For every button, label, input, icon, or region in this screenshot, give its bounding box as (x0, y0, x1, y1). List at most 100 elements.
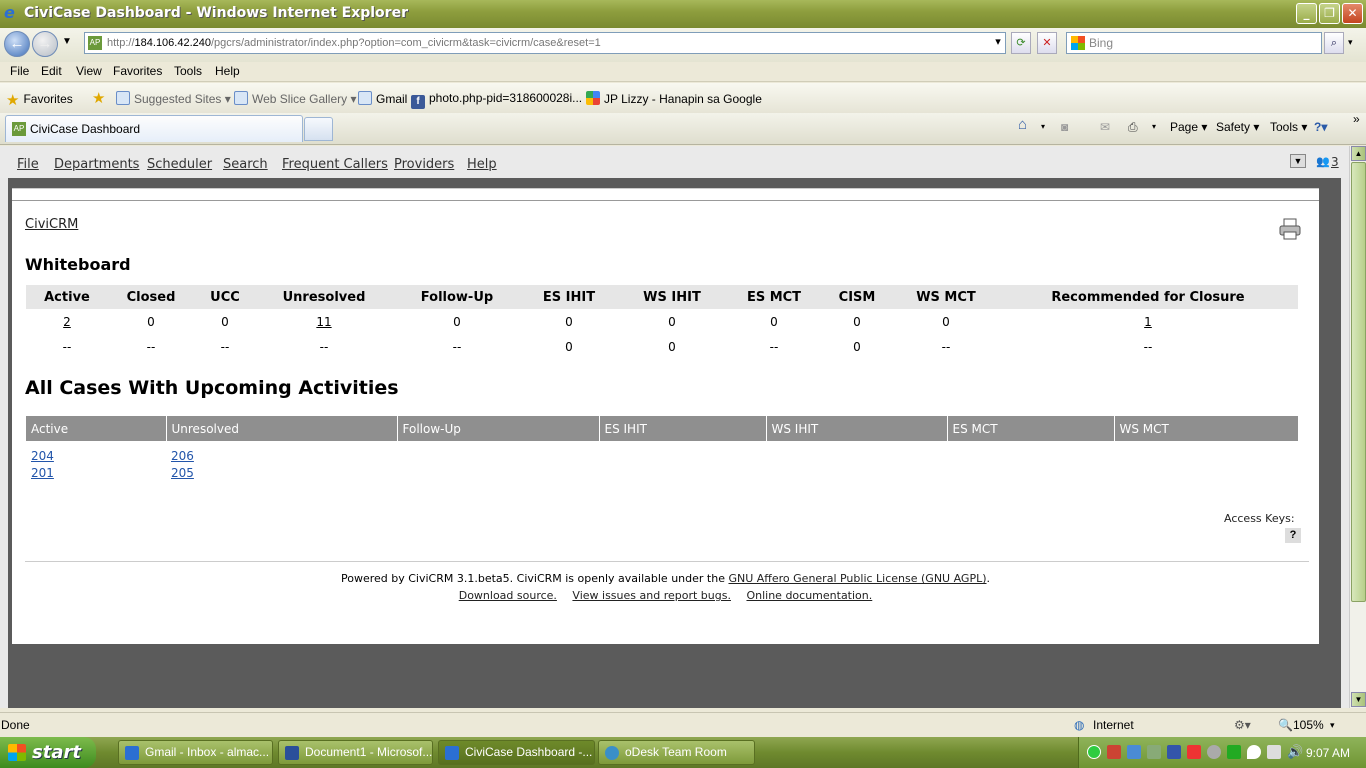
case-id-link[interactable]: 204 (31, 449, 54, 463)
tray-app-icon[interactable] (1207, 745, 1221, 759)
task-civicase-dashboard[interactable]: CiviCase Dashboard -... (438, 740, 595, 765)
appnav-frequent-callers[interactable]: Frequent Callers (282, 157, 388, 172)
download-source-link[interactable]: Download source. (459, 589, 557, 602)
upcoming-header[interactable]: WS IHIT (766, 416, 948, 441)
zoom-icon: 🔍 (1278, 718, 1293, 732)
stop-icon[interactable]: ✕ (1037, 32, 1057, 54)
recent-pages-dropdown-icon[interactable]: ▼ (62, 36, 72, 47)
appnav-file[interactable]: File (17, 157, 39, 172)
online-documentation-link[interactable]: Online documentation. (746, 589, 872, 602)
task-document1[interactable]: Document1 - Microsof... (278, 740, 433, 765)
search-go-icon[interactable]: ⌕ (1324, 32, 1344, 54)
refresh-icon[interactable]: ⟳ (1011, 32, 1031, 54)
back-button[interactable]: ← (4, 31, 30, 57)
print-dropdown-icon[interactable]: ▾ (1152, 122, 1156, 131)
upcoming-header[interactable]: ES MCT (947, 416, 1115, 441)
tray-app-icon[interactable] (1267, 745, 1281, 759)
fav-jp-lizzy[interactable]: JP Lizzy - Hanapin sa Google (586, 91, 762, 106)
whiteboard-count-link[interactable]: 2 (63, 315, 71, 329)
upcoming-header[interactable]: Follow-Up (397, 416, 600, 441)
more-chevron-icon[interactable]: » (1353, 112, 1360, 126)
menu-tools[interactable]: Tools (174, 64, 202, 78)
whiteboard-header: ES MCT (728, 285, 820, 309)
fav-suggested-sites[interactable]: Suggested Sites ▾ (116, 91, 231, 106)
address-dropdown-icon[interactable]: ▾ (988, 32, 1008, 54)
network-icon[interactable] (1127, 745, 1141, 759)
appnav-help[interactable]: Help (467, 157, 497, 172)
scroll-down-icon[interactable]: ▼ (1351, 692, 1366, 707)
restore-button[interactable]: ❐ (1319, 3, 1340, 24)
whiteboard-row: -- -- -- -- -- 0 0 -- 0 -- -- (26, 334, 1298, 359)
tray-app-icon[interactable] (1227, 745, 1241, 759)
license-link[interactable]: GNU Affero General Public License (GNU A… (728, 572, 986, 585)
fav-web-slice-gallery[interactable]: Web Slice Gallery ▾ (234, 91, 357, 106)
upcoming-header[interactable]: WS MCT (1114, 416, 1298, 441)
fav-photo[interactable]: f photo.php-pid=318600028i... (411, 91, 582, 109)
users-count[interactable]: 3 (1331, 155, 1339, 169)
whiteboard-title: Whiteboard (25, 255, 131, 274)
status-online-icon[interactable] (1087, 745, 1101, 759)
zoom-dropdown-icon[interactable]: ▾ (1330, 720, 1335, 731)
tray-app-icon[interactable] (1107, 745, 1121, 759)
appnav-departments[interactable]: Departments (54, 157, 139, 172)
tab-civicase-dashboard[interactable]: AP CiviCase Dashboard (5, 115, 303, 142)
favorites-button[interactable]: ★ Favorites (6, 91, 73, 109)
report-bugs-link[interactable]: View issues and report bugs. (572, 589, 731, 602)
window-titlebar[interactable]: e CiviCase Dashboard - Windows Internet … (0, 0, 1366, 28)
safety-menu[interactable]: Safety ▾ (1216, 120, 1259, 134)
print-icon[interactable] (1278, 217, 1302, 241)
menu-file[interactable]: File (10, 64, 29, 78)
protected-mode-icon[interactable]: ⚙▾ (1234, 718, 1251, 732)
page-menu[interactable]: Page ▾ (1170, 120, 1207, 134)
appnav-scheduler[interactable]: Scheduler (147, 157, 212, 172)
case-id-link[interactable]: 206 (171, 449, 194, 463)
case-id-link[interactable]: 205 (171, 466, 194, 480)
add-favorite-icon[interactable]: ★ (92, 89, 105, 107)
chat-bubble-icon[interactable] (1247, 745, 1261, 759)
fav-label: Web Slice Gallery ▾ (252, 92, 357, 106)
vertical-scrollbar[interactable]: ▲ ▼ (1349, 146, 1366, 708)
tray-app-icon[interactable] (1187, 745, 1201, 759)
home-icon[interactable]: ⌂ (1018, 116, 1027, 133)
home-dropdown-icon[interactable]: ▾ (1041, 122, 1045, 131)
new-tab-button[interactable] (304, 117, 333, 141)
menu-favorites[interactable]: Favorites (113, 64, 162, 78)
tray-app-icon[interactable] (1167, 745, 1181, 759)
minimize-button[interactable]: _ (1296, 3, 1317, 24)
search-options-icon[interactable]: ▾ (1348, 37, 1353, 48)
close-button[interactable]: ✕ (1342, 3, 1363, 24)
menu-help[interactable]: Help (215, 64, 240, 78)
tray-app-icon[interactable] (1147, 745, 1161, 759)
tools-menu[interactable]: Tools ▾ (1270, 120, 1307, 134)
access-keys-help-button[interactable]: ? (1285, 528, 1301, 543)
breadcrumb-civicrm[interactable]: CiviCRM (25, 217, 78, 232)
upcoming-cell (947, 466, 1114, 483)
task-gmail[interactable]: Gmail - Inbox - almac... (118, 740, 273, 765)
menu-edit[interactable]: Edit (41, 64, 62, 78)
menu-view[interactable]: View (76, 64, 102, 78)
task-odesk-team-room[interactable]: oDesk Team Room (598, 740, 755, 765)
appnav-providers[interactable]: Providers (394, 157, 454, 172)
start-button[interactable]: start (0, 737, 96, 768)
scroll-up-icon[interactable]: ▲ (1351, 146, 1366, 161)
upcoming-header[interactable]: Unresolved (166, 416, 398, 441)
fav-label: photo.php-pid=318600028i... (429, 91, 583, 105)
feeds-icon[interactable]: ◙ (1061, 120, 1068, 134)
collapse-toggle-icon[interactable]: ▼ (1290, 154, 1306, 168)
appnav-search[interactable]: Search (223, 157, 268, 172)
search-input[interactable]: Bing (1066, 32, 1322, 54)
zoom-level[interactable]: 105% (1293, 718, 1324, 732)
volume-icon[interactable]: 🔊 (1287, 745, 1303, 759)
upcoming-header[interactable]: ES IHIT (599, 416, 767, 441)
case-id-link[interactable]: 201 (31, 466, 54, 480)
scroll-thumb[interactable] (1351, 162, 1366, 602)
whiteboard-count-link[interactable]: 11 (316, 315, 331, 329)
address-bar[interactable]: AP http://184.106.42.240/pgcrs/administr… (84, 32, 1006, 54)
whiteboard-count-link[interactable]: 1 (1144, 315, 1152, 329)
print-toolbar-icon[interactable]: ⎙ (1128, 120, 1138, 135)
forward-button[interactable]: → (32, 31, 58, 57)
help-icon[interactable]: ?▾ (1314, 120, 1327, 134)
upcoming-header[interactable]: Active (26, 416, 167, 441)
fav-gmail[interactable]: Gmail (358, 91, 407, 106)
read-mail-icon[interactable]: ✉ (1100, 120, 1110, 134)
